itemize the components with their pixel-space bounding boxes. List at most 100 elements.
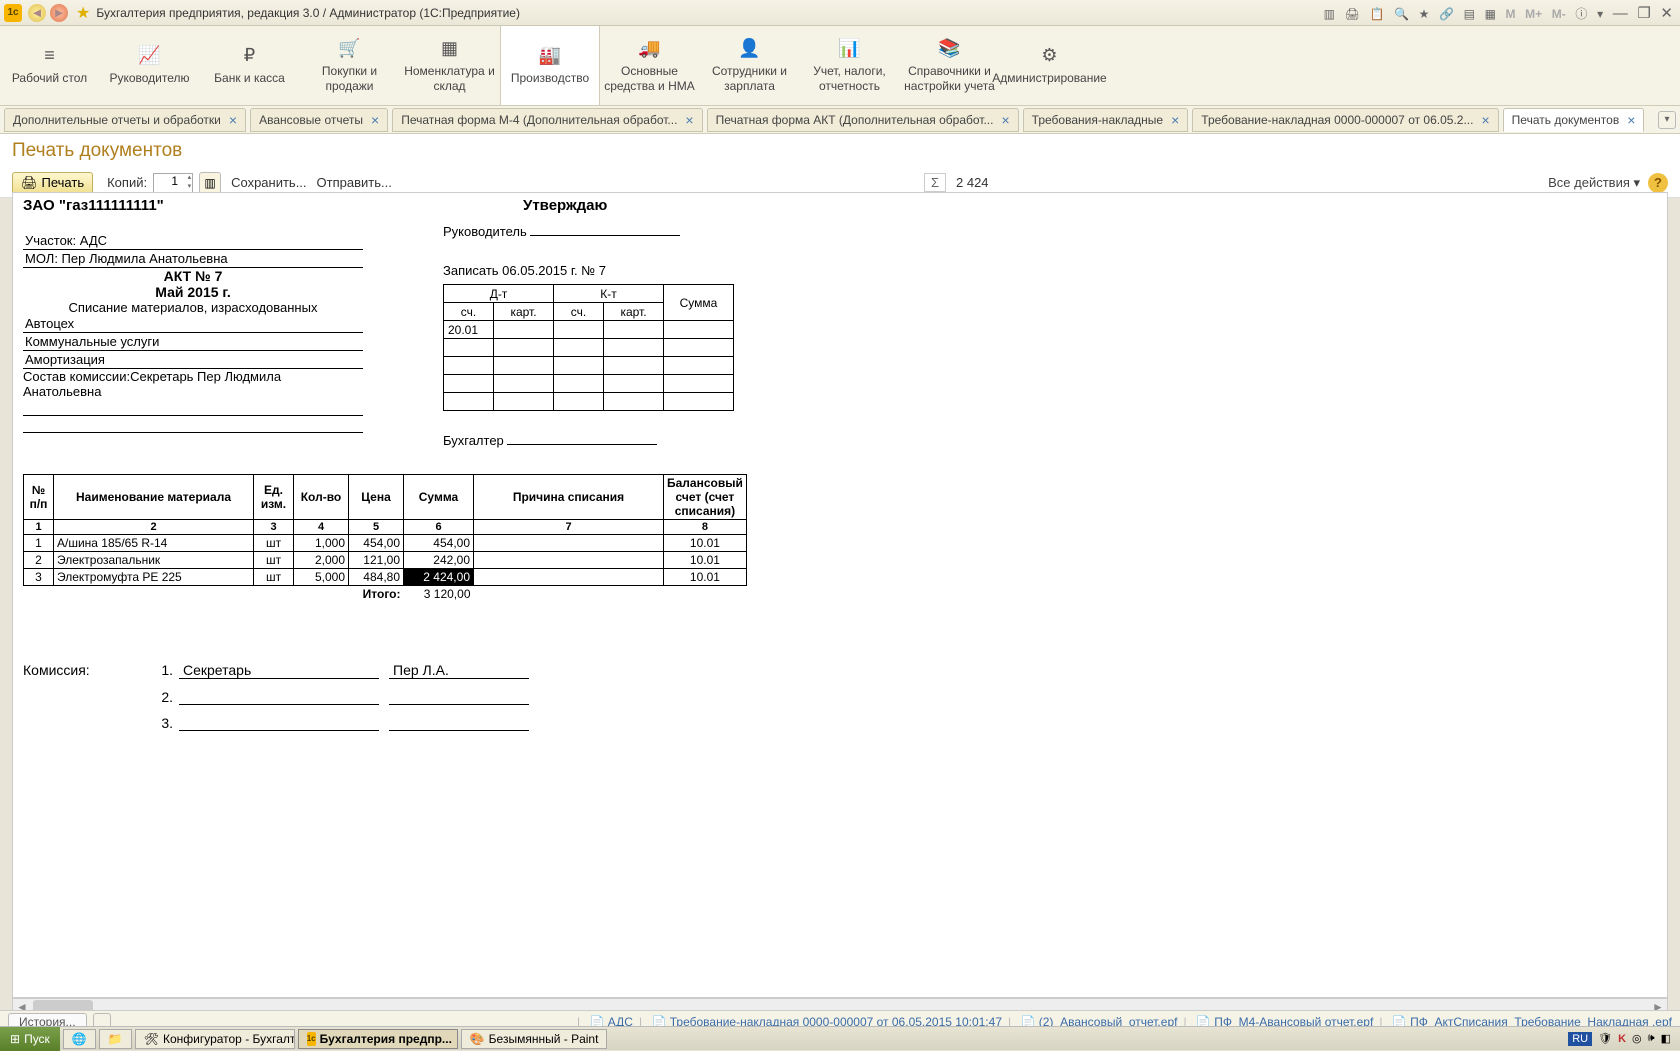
tb-fav-icon[interactable]: ★ [1419, 7, 1430, 21]
taskbar-button[interactable]: 🌐 [63, 1029, 96, 1049]
writeoff-label: Списание материалов, израсходованных [23, 300, 363, 315]
doctab-4[interactable]: Требования-накладные× [1023, 108, 1189, 132]
ribbon-item-9[interactable]: 📚Справочники и настройки учета [900, 26, 1000, 105]
maximize-icon[interactable]: ❐ [1637, 5, 1650, 22]
tab-close-icon[interactable]: × [1171, 112, 1179, 128]
memory-m[interactable]: M [1506, 7, 1516, 21]
send-button[interactable]: Отправить... [317, 175, 392, 190]
preview-button[interactable]: ▥ [199, 172, 221, 194]
ribbon-item-3[interactable]: 🛒Покупки и продажи [300, 26, 400, 105]
buh-signature-line [507, 429, 657, 445]
site-row: Участок: АДС [23, 232, 363, 250]
taskbar-button[interactable]: 📁 [99, 1029, 132, 1049]
copies-label: Копий: [107, 175, 147, 190]
language-indicator[interactable]: RU [1568, 1032, 1592, 1046]
blank-row2 [23, 430, 363, 433]
col-header: Наименование материала [54, 475, 254, 520]
copies-spinner[interactable]: 1 [153, 173, 193, 193]
titlebar: 1c ◄ ► ★ Бухгалтерия предприятия, редакц… [0, 0, 1680, 26]
table-row[interactable]: 2Электрозапальникшт2,000121,00242,0010.0… [24, 552, 747, 569]
minimize-icon[interactable]: — [1613, 5, 1628, 22]
col-header: Кол-во [294, 475, 349, 520]
commission-info: Состав комиссии:Секретарь Пер Людмила Ан… [23, 369, 363, 399]
dt-kt-table: Д-тК-тСумма сч.карт.сч.карт. 20.01 [443, 284, 734, 411]
taskbar-button[interactable]: 1c Бухгалтерия предпр... [298, 1029, 458, 1049]
tab-close-icon[interactable]: × [371, 112, 379, 128]
tray-app-icon[interactable]: ◧ [1661, 1032, 1671, 1045]
materials-table: № п/пНаименование материалаЕд. изм.Кол-в… [23, 474, 747, 602]
tab-close-icon[interactable]: × [685, 112, 693, 128]
ribbon-item-7[interactable]: 👤Сотрудники и зарплата [700, 26, 800, 105]
help-icon[interactable]: ? [1648, 173, 1668, 193]
commission-row: 3. [23, 715, 1643, 731]
col-header: Балансовый счет (счет списания) [664, 475, 747, 520]
org-name: ЗАО "газ111111111" [23, 197, 363, 214]
nav-back-icon[interactable]: ◄ [28, 4, 46, 22]
info-icon[interactable]: ⓘ [1575, 7, 1587, 21]
tb-doc-icon[interactable]: 📋 [1369, 7, 1384, 21]
doctab-6[interactable]: Печать документов× [1503, 108, 1645, 132]
ribbon-item-0[interactable]: ≡Рабочий стол [0, 26, 100, 105]
ribbon-item-1[interactable]: 📈Руководителю [100, 26, 200, 105]
ribbon-label: Покупки и продажи [300, 64, 399, 93]
nav-forward-icon[interactable]: ► [50, 4, 68, 22]
tb-search-icon[interactable]: 🔍 [1394, 7, 1409, 21]
tb-tool-icon[interactable]: ▥ [1324, 7, 1335, 21]
record-info: Записать 06.05.2015 г. № 7 [443, 263, 1643, 278]
start-button[interactable]: ⊞ Пуск [0, 1027, 60, 1051]
col-header: Сумма [404, 475, 474, 520]
app-icon: 1c [4, 4, 22, 22]
favorite-icon[interactable]: ★ [76, 3, 90, 23]
doctab-1[interactable]: Авансовые отчеты× [250, 108, 388, 132]
ribbon-label: Администрирование [988, 71, 1110, 85]
ribbon-item-4[interactable]: ▦Номенклатура и склад [400, 26, 500, 105]
approve-label: Утверждаю [443, 197, 1643, 214]
save-button[interactable]: Сохранить... [231, 175, 306, 190]
amort-row: Амортизация [23, 351, 363, 369]
tray-k-icon[interactable]: K [1618, 1033, 1626, 1045]
doctab-0[interactable]: Дополнительные отчеты и обработки× [4, 108, 246, 132]
col-header: Цена [349, 475, 404, 520]
act-period: Май 2015 г. [23, 284, 363, 300]
tab-close-icon[interactable]: × [1001, 112, 1009, 128]
tab-close-icon[interactable]: × [1627, 112, 1635, 128]
table-row[interactable]: 3Электромуфта PE 225шт5,000484,802 424,0… [24, 569, 747, 586]
taskbar-button[interactable]: 🛠 Конфигуратор - Бухгалт... [135, 1029, 295, 1049]
dropdown-icon[interactable]: ▾ [1597, 7, 1603, 21]
tabs-dropdown-icon[interactable]: ▾ [1658, 111, 1676, 129]
doctab-2[interactable]: Печатная форма М-4 (Дополнительная обраб… [392, 108, 702, 132]
page-title: Печать документов [12, 140, 1668, 162]
all-actions-button[interactable]: Все действия ▾ [1548, 175, 1640, 191]
memory-mminus[interactable]: M- [1552, 7, 1566, 21]
tray-net-icon[interactable]: ◎ [1632, 1032, 1642, 1045]
tray-vol-icon[interactable]: 🕪 [1648, 1032, 1655, 1045]
close-icon[interactable]: ✕ [1660, 5, 1673, 22]
sigma-icon[interactable]: Σ [924, 173, 946, 192]
tb-calc2-icon[interactable]: ▦ [1485, 7, 1496, 21]
ribbon-item-2[interactable]: ₽Банк и касса [200, 26, 300, 105]
tab-close-icon[interactable]: × [229, 112, 237, 128]
tb-calc1-icon[interactable]: ▤ [1464, 7, 1475, 21]
tb-print-icon[interactable]: 🖨 [1345, 7, 1360, 21]
tray-shield-icon[interactable]: 🛡 [1598, 1032, 1612, 1045]
ribbon-label: Рабочий стол [8, 71, 91, 85]
print-button[interactable]: 🖨 Печать [12, 172, 93, 194]
doctab-3[interactable]: Печатная форма АКТ (Дополнительная обраб… [707, 108, 1019, 132]
memory-mplus[interactable]: M+ [1525, 7, 1542, 21]
taskbar-button[interactable]: 🎨 Безымянный - Paint [461, 1029, 608, 1049]
ribbon-label: Производство [507, 71, 593, 85]
tb-link-icon[interactable]: 🔗 [1439, 7, 1454, 21]
ribbon-item-5[interactable]: 🏭Производство [500, 26, 600, 105]
ribbon-item-6[interactable]: 🚚Основные средства и НМА [600, 26, 700, 105]
window-title: Бухгалтерия предприятия, редакция 3.0 / … [96, 6, 520, 20]
document-area[interactable]: ЗАО "газ111111111" Участок: АДС МОЛ: Пер… [12, 192, 1668, 998]
doctab-5[interactable]: Требование-накладная 0000-000007 от 06.0… [1192, 108, 1498, 132]
navigation-ribbon: ≡Рабочий стол📈Руководителю₽Банк и касса🛒… [0, 26, 1680, 106]
table-row[interactable]: 1А/шина 185/65 R-14шт1,000454,00454,0010… [24, 535, 747, 552]
tab-close-icon[interactable]: × [1481, 112, 1489, 128]
windows-flag-icon: ⊞ [10, 1032, 20, 1046]
ribbon-item-10[interactable]: ⚙Администрирование [1000, 26, 1100, 105]
ribbon-icon: 📚 [938, 38, 960, 58]
ribbon-item-8[interactable]: 📊Учет, налоги, отчетность [800, 26, 900, 105]
commission-row: Комиссия:1.СекретарьПер Л.А. [23, 662, 1643, 679]
